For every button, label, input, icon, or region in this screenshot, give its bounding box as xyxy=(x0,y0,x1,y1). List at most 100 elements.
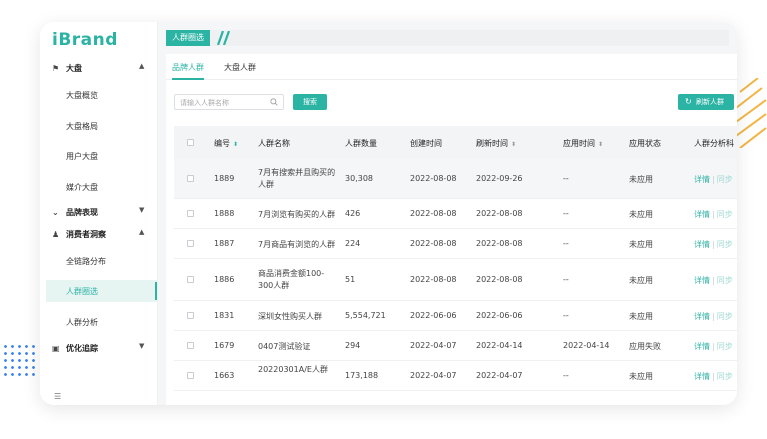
sidebar-item-label: 人群圈选 xyxy=(66,287,98,296)
action-separator: | xyxy=(712,312,715,321)
detail-link[interactable]: 详情 xyxy=(694,240,710,249)
row-checkbox[interactable] xyxy=(187,240,194,247)
select-all-checkbox[interactable] xyxy=(187,139,194,146)
table-row[interactable]: 7月有搜索并且购买的人群 1889 30,308 2022-08-08 2022-09-… xyxy=(174,159,737,199)
row-checkbox[interactable] xyxy=(187,372,194,379)
audience-table: 编号 ⬍ 人群名称 人群数量 创建时间 刷新时间 ⬍ 应用时间 ⬍ 应用状态 人群分析… xyxy=(174,126,737,405)
detail-link[interactable]: 详情 xyxy=(694,175,710,184)
row-name: 商品消费金额100-300人群 xyxy=(258,269,325,290)
search-icon[interactable] xyxy=(270,98,278,106)
detail-link[interactable]: 详情 xyxy=(694,372,710,381)
row-checkbox[interactable] xyxy=(187,276,194,283)
column-header-refreshed[interactable]: 刷新时间 ⬍ xyxy=(476,138,516,149)
row-applied: 2022-04-14 xyxy=(563,341,610,350)
table-row[interactable]: 7月商品有浏览的人群 1887 224 2022-08-08 2022-08-08 -- 未… xyxy=(174,229,737,259)
tab-brand-audience[interactable]: 品牌人群 xyxy=(172,62,204,73)
row-applied: -- xyxy=(563,209,569,218)
row-name: 7月有搜索并且购买的人群 xyxy=(258,168,336,189)
detail-link[interactable]: 详情 xyxy=(694,276,710,285)
sidebar-group-optimization[interactable]: ▣ 优化追踪 ▼ xyxy=(40,338,158,360)
tab-market-audience[interactable]: 大盘人群 xyxy=(224,62,256,73)
sync-link[interactable]: 同步 xyxy=(717,175,733,184)
row-applied: -- xyxy=(563,311,569,320)
refresh-audience-button[interactable]: ↻ 刷新人群 xyxy=(678,94,734,110)
content-panel: 品牌人群 大盘人群 搜索 ↻ 刷新人群 xyxy=(166,54,737,405)
table-row[interactable]: 20220301A/E人群 1663 173,188 2022-04-07 2022-0… xyxy=(174,361,737,391)
sync-link[interactable]: 同步 xyxy=(717,276,733,285)
refresh-button-label: 刷新人群 xyxy=(696,98,724,106)
sync-link[interactable]: 同步 xyxy=(717,210,733,219)
table-row[interactable]: 商品消费金额100-300人群 1886 51 2022-08-08 2022-08-0… xyxy=(174,259,737,301)
decorative-dots xyxy=(2,343,36,379)
row-refreshed: 2022-08-08 xyxy=(476,239,523,248)
main-content: 人群圈选 品牌人群 大盘人群 搜索 xyxy=(158,22,737,405)
action-separator: | xyxy=(712,342,715,351)
chevron-down-icon: ▼ xyxy=(139,342,145,350)
sidebar-item-label: 大盘格局 xyxy=(66,122,98,131)
table-row[interactable]: 深圳女性购买人群 1831 5,554,721 2022-06-06 2022-06-0… xyxy=(174,301,737,331)
sync-link[interactable]: 同步 xyxy=(717,312,733,321)
brand-logo[interactable]: iBrand xyxy=(52,30,118,50)
column-header-id[interactable]: 编号 ⬍ xyxy=(214,138,238,149)
row-actions: 详情 | 同步 xyxy=(694,341,733,352)
refresh-icon: ↻ xyxy=(685,97,692,106)
user-icon: ♟ xyxy=(52,230,60,239)
row-created: 2022-08-08 xyxy=(410,174,457,183)
table-row[interactable]: 0407测试验证 1679 294 2022-04-07 2022-04-14 2022-… xyxy=(174,331,737,361)
row-actions: 详情 | 同步 xyxy=(694,239,733,250)
row-applied: -- xyxy=(563,239,569,248)
sidebar-group-brand-performance[interactable]: ⌄ 品牌表现 ▼ xyxy=(40,202,158,224)
sidebar-item-label: 大盘概览 xyxy=(66,91,98,100)
search-input[interactable] xyxy=(180,97,270,108)
sidebar-group-dashboard[interactable]: ⚑ 大盘 ▲ xyxy=(40,58,158,80)
detail-link[interactable]: 详情 xyxy=(694,312,710,321)
sidebar-group-consumer-insight[interactable]: ♟ 消费者洞察 ▲ xyxy=(40,224,158,246)
row-checkbox[interactable] xyxy=(187,312,194,319)
app-window: iBrand ⚑ 大盘 ▲ 大盘概览 大盘格局 用户大盘 媒介大盘 ⌄ 品牌表现 xyxy=(40,22,737,405)
detail-link[interactable]: 详情 xyxy=(694,210,710,219)
slash-decoration-icon xyxy=(216,31,231,45)
sidebar-item-landscape[interactable]: 大盘格局 xyxy=(40,115,158,137)
row-status: 未应用 xyxy=(629,240,653,249)
row-name: 7月商品有浏览的人群 xyxy=(258,240,336,249)
row-name: 7月浏览有购买的人群 xyxy=(258,210,336,219)
sync-link[interactable]: 同步 xyxy=(717,240,733,249)
sidebar-item-label: 全链路分布 xyxy=(66,257,106,266)
column-header-applied[interactable]: 应用时间 ⬍ xyxy=(563,138,603,149)
column-header-analysis: 人群分析科 xyxy=(694,139,734,148)
detail-link[interactable]: 详情 xyxy=(694,342,710,351)
sidebar-group-label: 品牌表现 xyxy=(66,208,98,217)
sidebar-item-audience-select[interactable]: 人群圈选 xyxy=(46,280,157,302)
sidebar-item-media[interactable]: 媒介大盘 xyxy=(40,176,158,198)
breadcrumb-current[interactable]: 人群圈选 xyxy=(166,30,210,46)
page-stage: iBrand ⚑ 大盘 ▲ 大盘概览 大盘格局 用户大盘 媒介大盘 ⌄ 品牌表现 xyxy=(0,0,767,439)
search-button[interactable]: 搜索 xyxy=(293,94,327,110)
row-created: 2022-04-07 xyxy=(410,371,457,380)
sidebar-item-full-link[interactable]: 全链路分布 xyxy=(40,250,158,272)
row-count: 30,308 xyxy=(345,174,373,183)
search-field[interactable] xyxy=(174,94,284,110)
row-applied: -- xyxy=(563,275,569,284)
row-checkbox[interactable] xyxy=(187,175,194,182)
row-checkbox[interactable] xyxy=(187,342,194,349)
tab-active-indicator xyxy=(172,78,204,80)
sidebar-group-label: 消费者洞察 xyxy=(66,230,106,239)
sync-link[interactable]: 同步 xyxy=(717,372,733,381)
table-header: 编号 ⬍ 人群名称 人群数量 创建时间 刷新时间 ⬍ 应用时间 ⬍ 应用状态 人群分析… xyxy=(174,126,737,159)
row-checkbox[interactable] xyxy=(187,210,194,217)
chevron-icon: ⌄ xyxy=(52,208,59,217)
sort-icon: ⬍ xyxy=(511,141,517,148)
row-created: 2022-08-08 xyxy=(410,239,457,248)
menu-collapse-icon[interactable]: ☰ xyxy=(54,392,61,401)
row-id: 1679 xyxy=(214,341,235,350)
table-row[interactable]: 7月浏览有购买的人群 1888 426 2022-08-08 2022-08-08 -- 未… xyxy=(174,199,737,229)
sidebar-item-users[interactable]: 用户大盘 xyxy=(40,145,158,167)
column-header-created: 创建时间 xyxy=(410,139,442,148)
sidebar-item-overview[interactable]: 大盘概览 xyxy=(40,84,158,106)
row-id: 1889 xyxy=(214,174,235,183)
sidebar-item-audience-analysis[interactable]: 人群分析 xyxy=(40,311,158,333)
chevron-up-icon: ▲ xyxy=(139,228,145,236)
sync-link[interactable]: 同步 xyxy=(717,342,733,351)
action-separator: | xyxy=(712,240,715,249)
row-name: 0407测试验证 xyxy=(258,342,311,351)
